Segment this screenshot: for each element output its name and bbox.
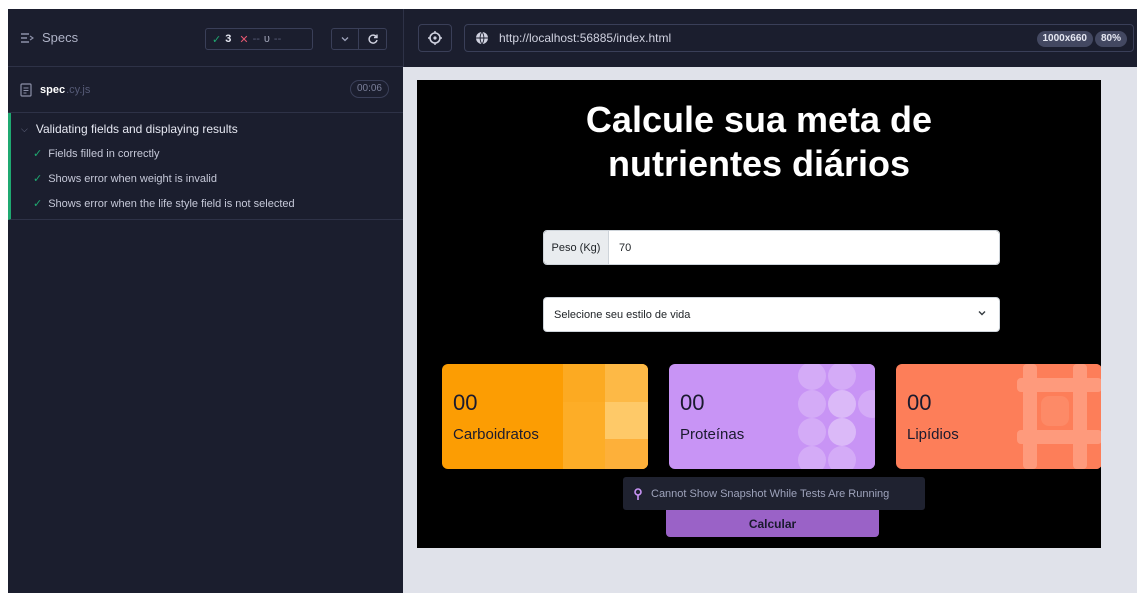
test-title: Fields filled in correctly [48, 147, 160, 160]
calculate-button[interactable]: Calcular [666, 510, 879, 537]
passed-check-icon: ✓ [212, 33, 222, 46]
spec-duration: 00:06 [349, 80, 389, 98]
test-item[interactable]: ✓ Shows error when weight is invalid [11, 166, 403, 191]
grid-pattern-decoration [1017, 364, 1101, 469]
specs-menu-icon[interactable] [20, 32, 34, 44]
carbohydrates-value: 00 [453, 390, 478, 415]
chevron-down-icon [341, 37, 349, 42]
pin-icon [634, 487, 642, 500]
reporter-panel: Specs ✓ 3 ✕ -- ᴜ -- spec .cy.js 00:06 ⌵ … [8, 9, 403, 593]
test-title: Shows error when weight is invalid [48, 172, 217, 185]
pending-circle-icon: ᴜ [263, 33, 270, 45]
lipids-card: 00 Lipídios [896, 364, 1101, 469]
failed-count: -- [252, 33, 260, 45]
preview-area: Calcule sua meta de nutrientes diários P… [403, 67, 1137, 593]
selector-playground-button[interactable] [418, 24, 452, 52]
snapshot-message-text: Cannot Show Snapshot While Tests Are Run… [651, 487, 890, 500]
circle-pattern-decoration [790, 364, 875, 469]
weight-input[interactable] [609, 231, 999, 264]
spec-file-ext: .cy.js [66, 83, 91, 96]
proteins-value: 00 [680, 390, 705, 415]
document-icon [20, 82, 32, 97]
app-under-test: Calcule sua meta de nutrientes diários P… [417, 80, 1101, 548]
lipids-label: Lipídios [907, 426, 959, 443]
passed-count: 3 [225, 33, 232, 45]
specs-header: Specs ✓ 3 ✕ -- ᴜ -- [8, 9, 403, 67]
passed-check-icon: ✓ [33, 173, 43, 185]
url-bar[interactable]: http://localhost:56885/index.html 1000x6… [464, 24, 1134, 52]
crosshair-icon [428, 31, 442, 45]
spec-file-row[interactable]: spec .cy.js 00:06 [8, 67, 403, 113]
test-suite: ⌵ Validating fields and displaying resul… [8, 113, 403, 220]
passed-check-icon: ✓ [33, 148, 43, 160]
viewport-size-badge[interactable]: 1000x660 [1036, 31, 1093, 47]
chevron-down-icon [978, 311, 986, 316]
weight-input-group: Peso (Kg) [543, 230, 1000, 265]
proteins-label: Proteínas [680, 426, 745, 443]
zoom-badge[interactable]: 80% [1094, 31, 1127, 47]
specs-title[interactable]: Specs [42, 30, 78, 45]
carbohydrates-card: 00 Carboidratos [442, 364, 648, 469]
page-title-line-1: Calcule sua meta de [585, 99, 933, 140]
toggle-auto-scroll-button[interactable] [331, 28, 359, 50]
collapse-caret-icon: ⌵ [21, 123, 28, 134]
checker-pattern-decoration [563, 364, 648, 469]
lifestyle-select[interactable]: Selecione seu estilo de vida [543, 297, 1000, 332]
page-title-line-2: nutrientes diários [607, 143, 911, 184]
carbohydrates-label: Carboidratos [453, 426, 539, 443]
pending-count: -- [273, 33, 282, 45]
url-text: http://localhost:56885/index.html [499, 31, 672, 45]
test-item[interactable]: ✓ Shows error when the life style field … [11, 191, 403, 216]
weight-label: Peso (Kg) [544, 231, 609, 264]
test-item[interactable]: ✓ Fields filled in correctly [11, 141, 403, 166]
browser-toolbar: http://localhost:56885/index.html 1000x6… [403, 9, 1137, 67]
snapshot-message: Cannot Show Snapshot While Tests Are Run… [623, 477, 925, 510]
failed-x-icon: ✕ [239, 33, 249, 46]
globe-icon [476, 31, 488, 45]
page-title: Calcule sua meta de nutrientes diários [417, 98, 1101, 186]
rerun-tests-button[interactable] [359, 28, 387, 50]
reload-icon [367, 34, 378, 44]
spec-file-name: spec [40, 83, 66, 96]
proteins-card: 00 Proteínas [669, 364, 875, 469]
test-stats: ✓ 3 ✕ -- ᴜ -- [205, 28, 313, 50]
lifestyle-select-value: Selecione seu estilo de vida [554, 308, 691, 321]
lipids-value: 00 [907, 390, 932, 415]
test-title: Shows error when the life style field is… [48, 197, 295, 210]
suite-title-row[interactable]: ⌵ Validating fields and displaying resul… [11, 117, 403, 141]
suite-title: Validating fields and displaying results [35, 122, 238, 136]
passed-check-icon: ✓ [33, 198, 43, 210]
